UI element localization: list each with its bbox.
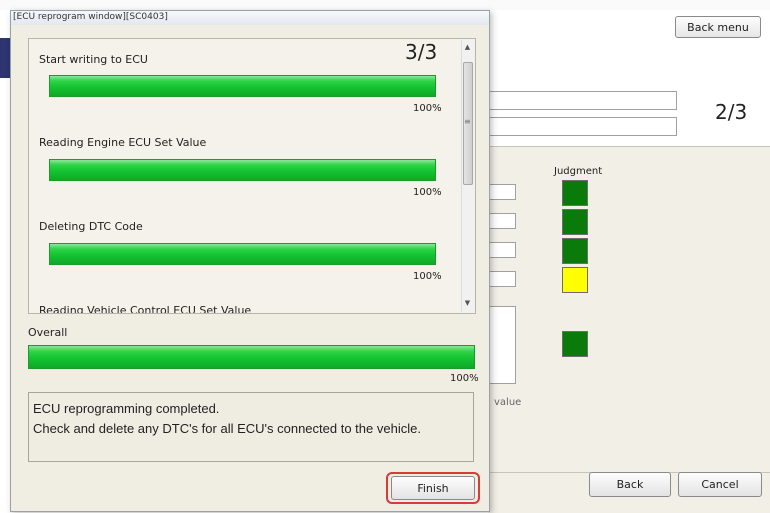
back-menu-button[interactable]: Back menu — [675, 16, 761, 38]
scrollbar-grip-icon: ≡ — [464, 117, 471, 126]
step-label: Reading Engine ECU Set Value — [39, 136, 207, 149]
result-field-1 — [488, 184, 516, 200]
step-progress-bar — [49, 243, 436, 265]
judgment-indicator-5 — [562, 331, 588, 357]
cancel-button[interactable]: Cancel — [678, 472, 762, 497]
status-message-line-1: ECU reprogramming completed. — [33, 401, 220, 416]
judgment-indicator-1 — [562, 180, 588, 206]
scroll-up-arrow-icon[interactable]: ▲ — [461, 40, 474, 54]
scroll-down-arrow-icon[interactable]: ▼ — [461, 296, 474, 310]
result-field-2 — [488, 213, 516, 229]
overall-progress-bar — [28, 345, 475, 369]
step-percent: 100% — [413, 187, 442, 198]
step-percent: 100% — [413, 271, 442, 282]
info-field-2 — [488, 117, 677, 136]
result-field-4 — [488, 271, 516, 287]
finish-button[interactable]: Finish — [391, 476, 475, 500]
judgment-header: Judgment — [554, 166, 603, 177]
judgment-indicator-4 — [562, 267, 588, 293]
step-indicator: 2/3 — [715, 100, 748, 124]
judgment-indicator-2 — [562, 209, 588, 235]
main-window-top-strip — [0, 0, 770, 10]
value-label: value — [494, 397, 522, 408]
step-label: Start writing to ECU — [39, 53, 148, 66]
notes-area — [488, 306, 516, 384]
info-field-1 — [488, 91, 677, 110]
overall-label: Overall — [28, 326, 68, 339]
step-label: Deleting DTC Code — [39, 220, 143, 233]
results-panel — [488, 146, 770, 473]
step-progress-bar — [49, 75, 436, 97]
overall-percent: 100% — [450, 373, 479, 384]
step-percent: 100% — [413, 103, 442, 114]
status-message-box: ECU reprogramming completed. Check and d… — [28, 392, 474, 462]
back-button[interactable]: Back — [589, 472, 671, 497]
status-message-line-2: Check and delete any DTC's for all ECU's… — [33, 421, 421, 436]
step-progress-bar — [49, 159, 436, 181]
judgment-indicator-3 — [562, 238, 588, 264]
step-label: Reading Vehicle Control ECU Set Value — [39, 304, 252, 314]
dialog-title: [ECU reprogram window][SC0403] — [13, 12, 168, 22]
step-fraction: 3/3 — [405, 40, 438, 64]
steps-scroll-area[interactable]: Start writing to ECU 100% Reading Engine… — [28, 38, 476, 314]
result-field-3 — [488, 242, 516, 258]
